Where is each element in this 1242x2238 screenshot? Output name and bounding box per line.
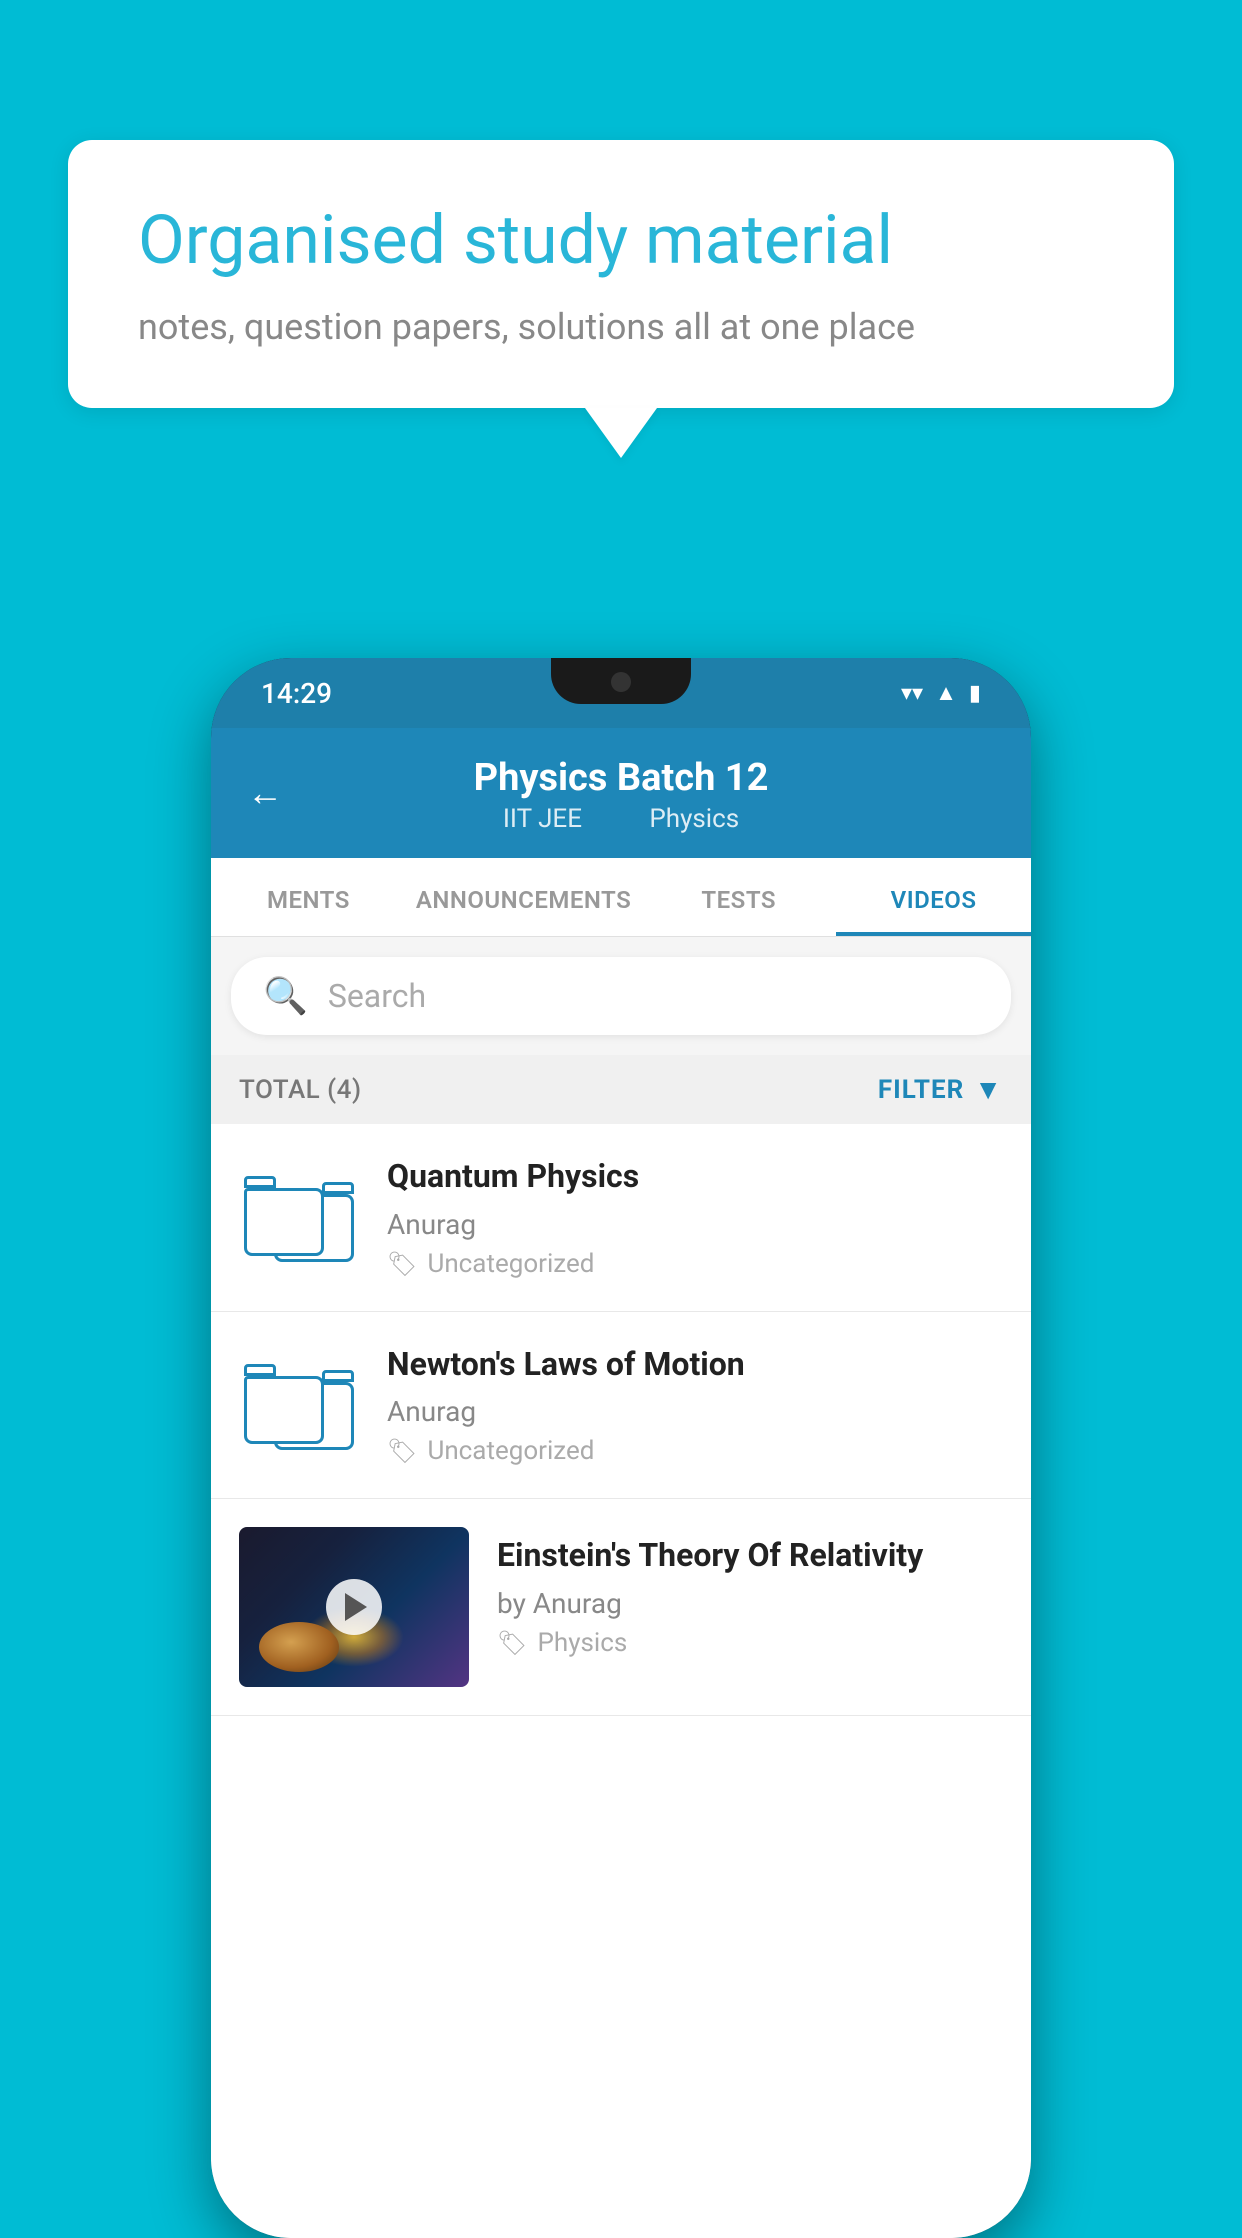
folder-back-tab — [322, 1370, 354, 1382]
speech-bubble-wrapper: Organised study material notes, question… — [68, 140, 1174, 458]
quantum-tag-label: Uncategorized — [427, 1249, 594, 1279]
search-placeholder: Search — [328, 977, 426, 1015]
tag-icon: 🏷 — [497, 1629, 527, 1657]
header-title: Physics Batch 12 — [474, 756, 769, 800]
header-subtitle: IIT JEE Physics — [491, 804, 751, 834]
total-count: TOTAL (4) — [239, 1075, 362, 1105]
filter-label: FILTER — [878, 1075, 964, 1105]
speech-bubble-title: Organised study material — [138, 200, 1104, 282]
speech-bubble-subtitle: notes, question papers, solutions all at… — [138, 306, 1104, 348]
einstein-author: by Anurag — [497, 1587, 1003, 1620]
status-time: 14:29 — [261, 677, 332, 710]
newton-author: Anurag — [387, 1395, 1003, 1428]
tab-announcements[interactable]: ANNOUNCEMENTS — [406, 858, 641, 936]
notch — [551, 658, 691, 704]
status-icons: ▾▾ ▲ ▮ — [901, 680, 981, 706]
play-button[interactable] — [326, 1579, 382, 1635]
quantum-author: Anurag — [387, 1208, 1003, 1241]
wifi-icon: ▾▾ — [901, 681, 923, 706]
video-info-quantum: Quantum Physics Anurag 🏷 Uncategorized — [387, 1156, 1003, 1279]
tab-videos[interactable]: VIDEOS — [836, 858, 1031, 936]
video-item-newton[interactable]: Newton's Laws of Motion Anurag 🏷 Uncateg… — [211, 1312, 1031, 1500]
tab-ments[interactable]: MENTS — [211, 858, 406, 936]
tag-icon: 🏷 — [387, 1437, 417, 1465]
folder-front-tab — [244, 1364, 276, 1376]
folder-front — [244, 1188, 324, 1256]
back-button[interactable]: ← — [247, 772, 283, 814]
thumb-planet — [259, 1622, 339, 1672]
filter-bar: TOTAL (4) FILTER ▼ — [211, 1055, 1031, 1124]
einstein-thumbnail — [239, 1527, 469, 1687]
search-icon: 🔍 — [263, 975, 308, 1017]
tabs-bar: MENTS ANNOUNCEMENTS TESTS VIDEOS — [211, 858, 1031, 937]
einstein-title: Einstein's Theory Of Relativity — [497, 1535, 1003, 1577]
folder-icon-newton — [244, 1360, 354, 1450]
folder-front-tab — [244, 1176, 276, 1188]
content-area: 🔍 Search TOTAL (4) FILTER ▼ — [211, 937, 1031, 2238]
video-info-newton: Newton's Laws of Motion Anurag 🏷 Uncateg… — [387, 1344, 1003, 1467]
einstein-tag-label: Physics — [537, 1628, 627, 1658]
status-bar: 14:29 ▾▾ ▲ ▮ — [211, 658, 1031, 728]
header-subtitle-separator — [612, 804, 625, 834]
einstein-tag: 🏷 Physics — [497, 1628, 1003, 1658]
video-thumbnail-newton — [239, 1355, 359, 1455]
quantum-title: Quantum Physics — [387, 1156, 1003, 1198]
video-list: Quantum Physics Anurag 🏷 Uncategorized — [211, 1124, 1031, 2238]
speech-bubble-arrow — [585, 408, 657, 458]
folder-front — [244, 1376, 324, 1444]
newton-title: Newton's Laws of Motion — [387, 1344, 1003, 1386]
header-subtitle-part2: Physics — [649, 804, 739, 834]
speech-bubble: Organised study material notes, question… — [68, 140, 1174, 408]
battery-icon: ▮ — [969, 681, 981, 706]
video-info-einstein: Einstein's Theory Of Relativity by Anura… — [497, 1527, 1003, 1658]
newton-tag: 🏷 Uncategorized — [387, 1436, 1003, 1466]
filter-icon: ▼ — [974, 1073, 1003, 1106]
search-bar[interactable]: 🔍 Search — [231, 957, 1011, 1035]
tag-icon: 🏷 — [387, 1250, 417, 1278]
play-triangle-icon — [345, 1593, 367, 1621]
header-subtitle-part1: IIT JEE — [503, 804, 582, 834]
camera-dot — [611, 672, 631, 692]
folder-back-tab — [322, 1182, 354, 1194]
newton-tag-label: Uncategorized — [427, 1436, 594, 1466]
phone-frame: 14:29 ▾▾ ▲ ▮ ← Physics Batch 12 IIT JEE … — [211, 658, 1031, 2238]
app-header: ← Physics Batch 12 IIT JEE Physics — [211, 728, 1031, 858]
video-item-quantum[interactable]: Quantum Physics Anurag 🏷 Uncategorized — [211, 1124, 1031, 1312]
video-thumbnail-quantum — [239, 1167, 359, 1267]
folder-icon-quantum — [244, 1172, 354, 1262]
quantum-tag: 🏷 Uncategorized — [387, 1249, 1003, 1279]
video-item-einstein[interactable]: Einstein's Theory Of Relativity by Anura… — [211, 1499, 1031, 1716]
signal-icon: ▲ — [935, 680, 957, 706]
filter-button[interactable]: FILTER ▼ — [878, 1073, 1003, 1106]
tab-tests[interactable]: TESTS — [641, 858, 836, 936]
